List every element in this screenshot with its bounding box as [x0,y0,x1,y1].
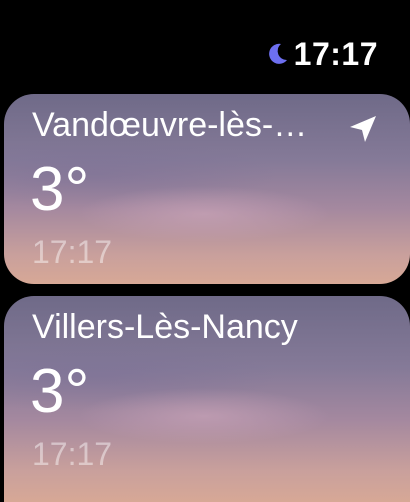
city-name: Villers-Lès-Nancy [32,308,298,346]
moon-icon [268,43,287,64]
status-bar: 17:17 [264,36,378,72]
weather-card-villers[interactable]: Villers-Lès-Nancy 3° 17:17 [4,296,410,502]
local-time: 17:17 [32,436,113,472]
local-time: 17:17 [32,234,113,270]
temperature: 3° [30,357,90,426]
weather-card-vandoeuvre[interactable]: Vandœuvre-lès-… 3° 17:17 [4,94,410,284]
temperature: 3° [30,155,90,224]
city-name: Vandœuvre-lès-… [32,106,308,144]
status-time: 17:17 [293,35,378,72]
location-arrow-icon [350,116,376,142]
